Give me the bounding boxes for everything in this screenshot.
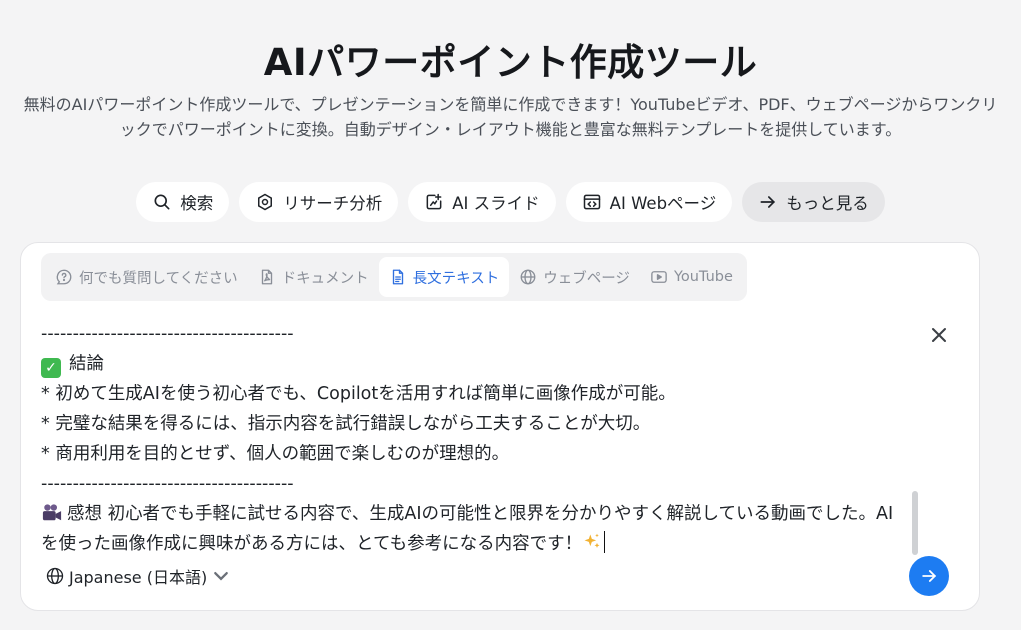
question-bubble-icon <box>56 269 72 285</box>
chip-research[interactable]: リサーチ分析 <box>239 182 399 222</box>
check-mark-icon: ✓ <box>41 358 61 378</box>
conclusion-point: * 商用利用を目的とせず、個人の範囲で楽しむのが理想的。 <box>41 444 510 464</box>
chip-label: AI スライド <box>452 194 540 213</box>
pdf-file-icon <box>261 269 272 285</box>
tab-document[interactable]: ドキュメント <box>248 257 379 297</box>
impression-paragraph: 感想 初心者でも手軽に試せる内容で、生成AIの可能性と限界を分かりやすく解説して… <box>41 504 894 554</box>
chip-label: リサーチ分析 <box>283 194 383 213</box>
research-icon <box>258 193 273 211</box>
chip-search[interactable]: 検索 <box>136 182 230 222</box>
tab-label: ドキュメント <box>281 270 369 287</box>
youtube-icon <box>651 271 667 283</box>
globe-icon <box>46 567 64 585</box>
page: AIパワーポイント作成ツール 無料のAIパワーポイント作成ツールで、プレゼンテー… <box>0 0 1021 630</box>
chip-ai-webpage[interactable]: AI Webページ <box>565 182 733 222</box>
slide-edit-icon <box>426 193 442 210</box>
long-text-input[interactable]: ----------------------------------------… <box>41 319 901 559</box>
separator-line: ---------------------------------------- <box>41 324 294 344</box>
chip-more[interactable]: もっと見る <box>742 182 885 222</box>
tab-label: ウェブページ <box>543 270 630 287</box>
language-selector[interactable]: Japanese (日本語) <box>45 563 231 589</box>
page-title: AIパワーポイント作成ツール <box>263 41 758 84</box>
tab-youtube[interactable]: YouTube <box>640 257 743 297</box>
arrow-right-icon <box>922 570 937 582</box>
chip-label: もっと見る <box>786 194 869 213</box>
code-window-icon <box>583 194 600 210</box>
text-scrollbar[interactable] <box>912 491 918 555</box>
feature-chips: 検索 リサーチ分析 AI スライド AI Webページ もっと見る <box>0 182 1021 222</box>
arrow-right-icon <box>760 196 776 208</box>
page-subtitle: 無料のAIパワーポイント作成ツールで、プレゼンテーションを簡単に作成できます！Y… <box>23 95 998 139</box>
chip-label: AI Webページ <box>609 194 717 213</box>
conclusion-point: * 完璧な結果を得るには、指示内容を試行錯誤しながら工夫することが大切。 <box>41 414 651 434</box>
language-label: Japanese (日本語) <box>69 568 208 587</box>
clear-text-button[interactable] <box>927 323 951 347</box>
close-icon <box>932 328 946 342</box>
input-card: 何でも質問してください ドキュメント 長文テキスト ウェブページ YouTube… <box>20 242 980 611</box>
chip-ai-slide[interactable]: AI スライド <box>408 182 556 222</box>
input-mode-tabs: 何でも質問してください ドキュメント 長文テキスト ウェブページ YouTube <box>41 253 747 301</box>
sparkles-icon <box>584 533 600 548</box>
text-caret <box>604 531 606 553</box>
text-file-icon <box>392 269 403 285</box>
globe-icon <box>520 269 536 285</box>
tab-long-text[interactable]: 長文テキスト <box>378 257 510 297</box>
chip-label: 検索 <box>180 194 214 213</box>
submit-button[interactable] <box>909 556 949 596</box>
conclusion-point: * 初めて生成AIを使う初心者でも、Copilotを活用すれば簡単に画像作成が可… <box>41 384 676 404</box>
tab-label: YouTube <box>673 269 733 285</box>
tab-label: 長文テキスト <box>412 270 500 287</box>
tab-ask-anything[interactable]: 何でも質問してください <box>45 257 248 297</box>
tab-webpage[interactable]: ウェブページ <box>509 257 640 297</box>
movie-camera-icon <box>42 504 62 521</box>
separator-line: ---------------------------------------- <box>41 474 294 494</box>
conclusion-heading: ✓ 結論 <box>41 349 901 379</box>
search-icon <box>154 194 170 210</box>
chevron-down-icon <box>214 572 229 581</box>
tab-label: 何でも質問してください <box>79 270 238 287</box>
